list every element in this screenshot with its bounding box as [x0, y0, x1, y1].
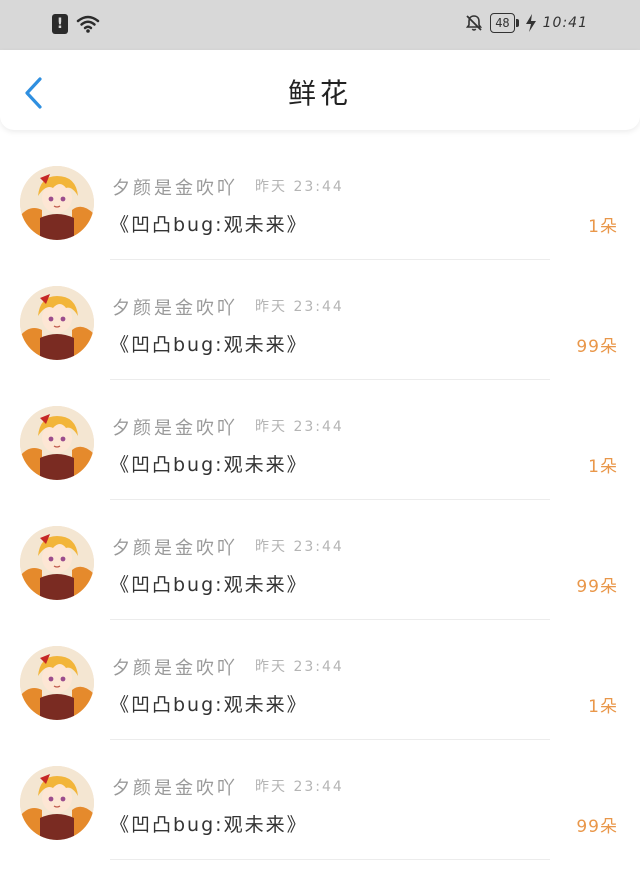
battery-icon: 48	[490, 13, 520, 33]
list-item[interactable]: 夕颜是金吹吖 昨天 23:44 《凹凸bug:观未来》 1朵	[0, 140, 640, 260]
timestamp: 昨天 23:44	[255, 299, 344, 315]
flower-count: 1朵	[588, 697, 618, 717]
timestamp: 昨天 23:44	[255, 659, 344, 675]
flower-count: 1朵	[588, 217, 618, 237]
wifi-icon	[76, 15, 100, 33]
list-item[interactable]: 夕颜是金吹吖 昨天 23:44 《凹凸bug:观未来》 1朵	[0, 620, 640, 740]
message-text: 《凹凸bug:观未来》	[110, 334, 308, 356]
timestamp: 昨天 23:44	[255, 419, 344, 435]
flower-count: 99朵	[576, 337, 618, 357]
avatar[interactable]	[20, 166, 94, 240]
message-text: 《凹凸bug:观未来》	[110, 814, 308, 836]
message-text: 《凹凸bug:观未来》	[110, 454, 308, 476]
message-text: 《凹凸bug:观未来》	[110, 694, 308, 716]
flower-count: 99朵	[576, 817, 618, 837]
list-item[interactable]: 夕颜是金吹吖 昨天 23:44 《凹凸bug:观未来》 1朵	[0, 380, 640, 500]
status-bar: ! 48 10:41	[0, 0, 640, 50]
charging-bolt-icon	[525, 14, 536, 32]
message-text: 《凹凸bug:观未来》	[110, 214, 308, 236]
flower-list: 夕颜是金吹吖 昨天 23:44 《凹凸bug:观未来》 1朵 夕颜是金吹吖 昨天…	[0, 140, 640, 860]
avatar[interactable]	[20, 766, 94, 840]
flower-count: 1朵	[588, 457, 618, 477]
list-item[interactable]: 夕颜是金吹吖 昨天 23:44 《凹凸bug:观未来》 99朵	[0, 260, 640, 380]
list-item[interactable]: 夕颜是金吹吖 昨天 23:44 《凹凸bug:观未来》 99朵	[0, 740, 640, 860]
avatar[interactable]	[20, 646, 94, 720]
username: 夕颜是金吹吖	[112, 538, 238, 559]
status-time: 10:41	[542, 15, 588, 31]
alert-icon: !	[52, 14, 68, 34]
flower-count: 99朵	[576, 577, 618, 597]
timestamp: 昨天 23:44	[255, 179, 344, 195]
divider	[110, 859, 550, 860]
username: 夕颜是金吹吖	[112, 298, 238, 319]
avatar[interactable]	[20, 526, 94, 600]
avatar[interactable]	[20, 286, 94, 360]
list-item[interactable]: 夕颜是金吹吖 昨天 23:44 《凹凸bug:观未来》 99朵	[0, 500, 640, 620]
mute-bell-icon	[466, 15, 483, 31]
message-text: 《凹凸bug:观未来》	[110, 574, 308, 596]
username: 夕颜是金吹吖	[112, 178, 238, 199]
timestamp: 昨天 23:44	[255, 779, 344, 795]
username: 夕颜是金吹吖	[112, 778, 238, 799]
title-bar: 鲜花	[0, 50, 640, 130]
username: 夕颜是金吹吖	[112, 658, 238, 679]
page-title: 鲜花	[287, 77, 352, 110]
avatar[interactable]	[20, 406, 94, 480]
timestamp: 昨天 23:44	[255, 539, 344, 555]
username: 夕颜是金吹吖	[112, 418, 238, 439]
